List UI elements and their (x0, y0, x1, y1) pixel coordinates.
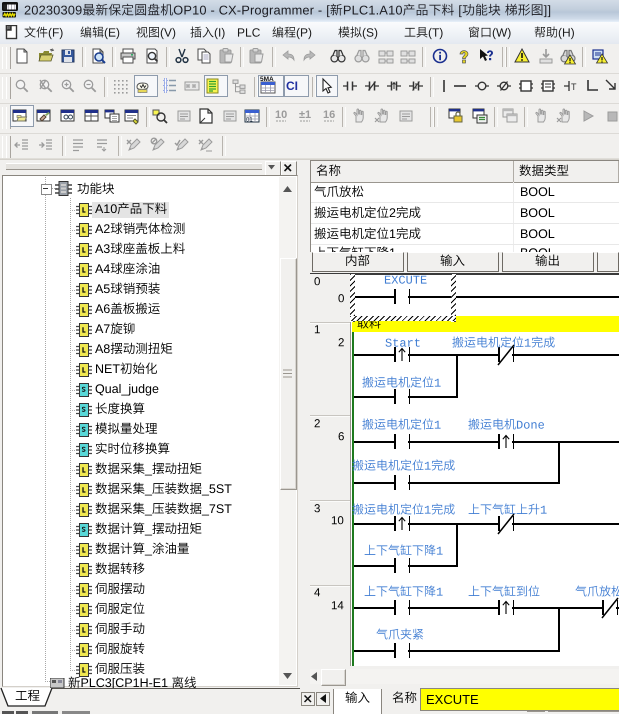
svg-text:CI: CI (286, 79, 298, 93)
svg-text:5MA: 5MA (260, 76, 274, 82)
svg-text:01: 01 (246, 118, 253, 124)
svg-text:10: 10 (275, 109, 287, 121)
svg-text:±1: ±1 (299, 109, 311, 121)
svg-text:T: T (571, 82, 577, 92)
svg-text:16: 16 (323, 109, 335, 121)
